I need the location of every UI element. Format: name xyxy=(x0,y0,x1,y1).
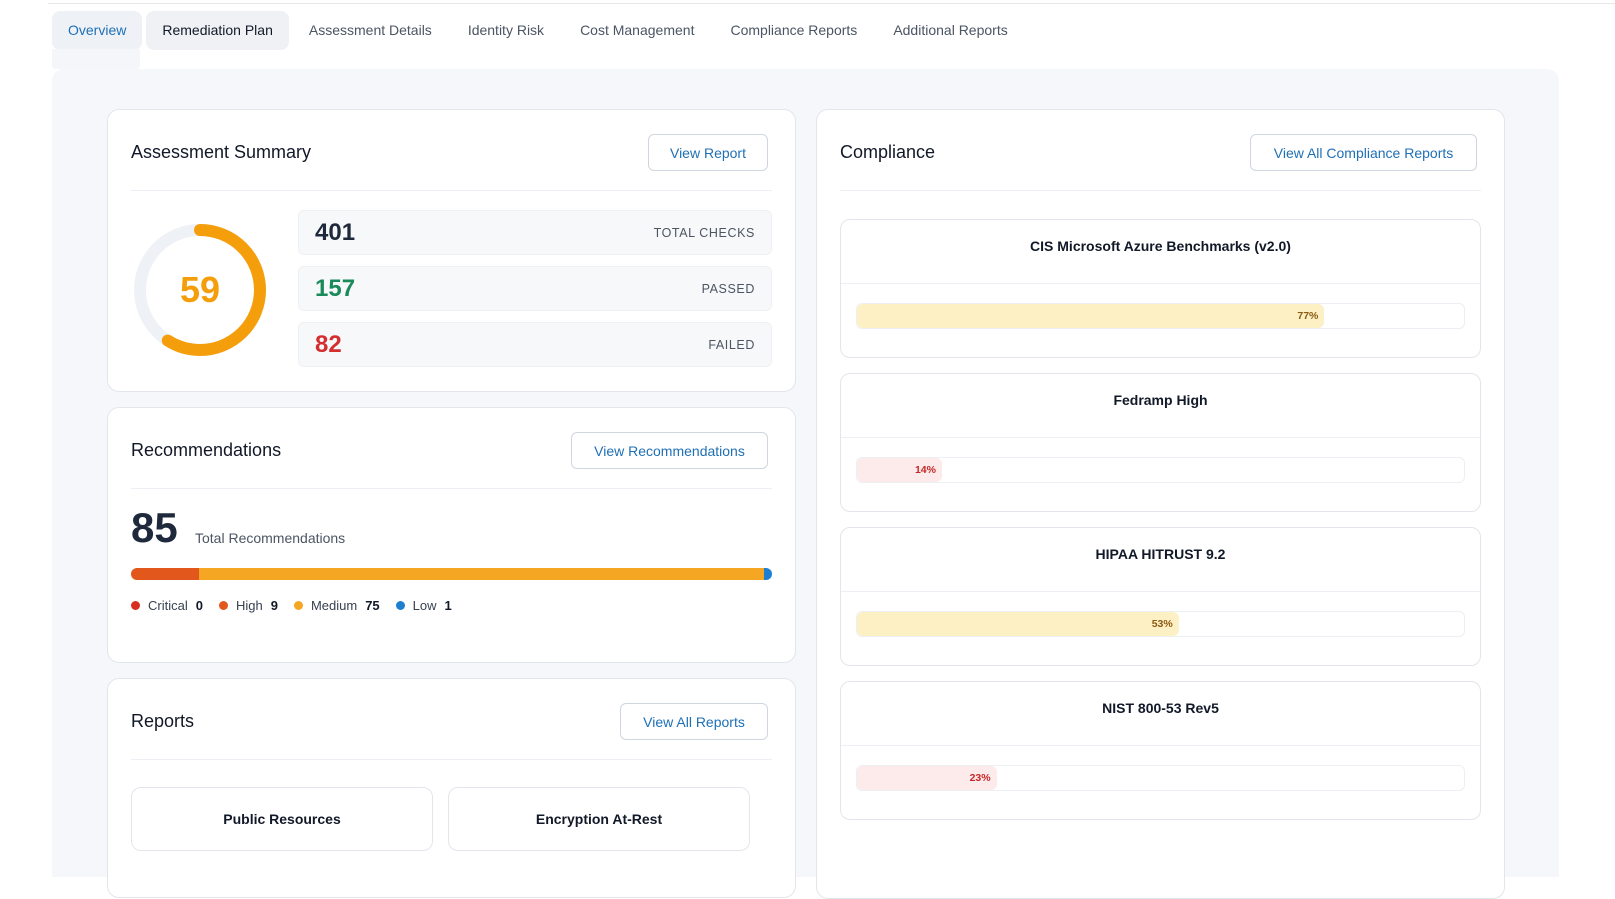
stat-label: PASSED xyxy=(701,281,755,296)
legend-medium: Medium 75 xyxy=(293,598,380,613)
view-report-button[interactable]: View Report xyxy=(648,134,768,171)
stat-label: TOTAL CHECKS xyxy=(653,225,755,240)
compliance-divider xyxy=(841,591,1480,592)
legend-count: 1 xyxy=(444,598,452,613)
report-public-resources[interactable]: Public Resources xyxy=(131,787,433,851)
tab-remediation-plan[interactable]: Remediation Plan xyxy=(146,10,289,50)
critical-dot-icon xyxy=(131,601,140,610)
compliance-card: Compliance View All Compliance Reports C… xyxy=(816,109,1505,899)
severity-segment-low xyxy=(764,568,772,580)
compliance-progress-fill: 14% xyxy=(857,458,942,482)
assessment-summary-card: Assessment Summary View Report 59 401 TO… xyxy=(107,109,796,392)
reports-card: Reports View All Reports Public Resource… xyxy=(107,678,796,898)
legend-label: High xyxy=(235,598,263,613)
recommendations-title: Recommendations xyxy=(131,440,282,460)
compliance-item-hipaa-hitrust[interactable]: HIPAA HITRUST 9.2 53% xyxy=(840,527,1481,666)
compliance-progress-track: 14% xyxy=(856,457,1465,483)
compliance-item-cis-azure[interactable]: CIS Microsoft Azure Benchmarks (v2.0) 77… xyxy=(840,219,1481,358)
legend-count: 75 xyxy=(365,598,380,613)
view-all-compliance-reports-button[interactable]: View All Compliance Reports xyxy=(1250,134,1477,171)
compliance-progress-track: 23% xyxy=(856,765,1465,791)
compliance-progress-fill: 77% xyxy=(857,304,1325,328)
tab-identity-risk[interactable]: Identity Risk xyxy=(452,11,560,50)
recommendations-total: 85 xyxy=(131,504,178,551)
compliance-progress-track: 53% xyxy=(856,611,1465,637)
severity-legend: Critical 0 High 9 Medium 75 Low 1 xyxy=(131,598,468,613)
compliance-name: CIS Microsoft Azure Benchmarks (v2.0) xyxy=(1030,238,1291,254)
assessment-summary-title: Assessment Summary xyxy=(131,142,312,162)
legend-low: Low 1 xyxy=(395,598,452,613)
tab-overview[interactable]: Overview xyxy=(52,10,143,50)
compliance-item-nist-800-53[interactable]: NIST 800-53 Rev5 23% xyxy=(840,681,1481,820)
stat-value: 401 xyxy=(315,218,356,246)
compliance-item-fedramp-high[interactable]: Fedramp High 14% xyxy=(840,373,1481,512)
stat-total-checks: 401 TOTAL CHECKS xyxy=(298,210,772,255)
legend-label: Low xyxy=(412,598,437,613)
tab-additional-reports[interactable]: Additional Reports xyxy=(877,11,1023,50)
score-value: 59 xyxy=(179,269,221,310)
card-divider xyxy=(131,190,772,191)
compliance-progress-track: 77% xyxy=(856,303,1465,329)
tab-assessment-details[interactable]: Assessment Details xyxy=(293,11,448,50)
compliance-name: NIST 800-53 Rev5 xyxy=(1102,700,1219,716)
compliance-progress-fill: 53% xyxy=(857,612,1179,636)
tab-compliance-reports[interactable]: Compliance Reports xyxy=(714,11,873,50)
severity-distribution-bar xyxy=(131,568,772,580)
legend-count: 0 xyxy=(195,598,203,613)
compliance-title: Compliance xyxy=(840,142,936,162)
card-divider xyxy=(131,759,772,760)
high-dot-icon xyxy=(218,601,228,610)
tab-cost-management[interactable]: Cost Management xyxy=(564,11,710,50)
active-tab-connector xyxy=(52,49,140,69)
stat-failed: 82 FAILED xyxy=(298,322,772,367)
severity-segment-high xyxy=(131,568,199,580)
compliance-name: Fedramp High xyxy=(1113,392,1208,408)
compliance-divider xyxy=(841,283,1480,284)
card-divider xyxy=(840,190,1481,191)
legend-label: Medium xyxy=(310,598,358,613)
compliance-divider xyxy=(841,437,1480,438)
stat-label: FAILED xyxy=(708,337,755,352)
compliance-progress-fill: 23% xyxy=(857,766,997,790)
low-dot-icon xyxy=(395,601,405,610)
stat-value: 157 xyxy=(315,274,356,302)
stat-value: 82 xyxy=(315,330,342,358)
top-divider xyxy=(48,3,1615,4)
tab-bar: Overview Remediation Plan Assessment Det… xyxy=(52,10,1024,50)
recommendations-card: Recommendations View Recommendations 85 … xyxy=(107,407,796,663)
reports-title: Reports xyxy=(131,711,195,731)
overview-panel: Assessment Summary View Report 59 401 TO… xyxy=(52,69,1559,899)
compliance-divider xyxy=(841,745,1480,746)
recommendations-total-label: Total Recommendations xyxy=(195,530,346,546)
legend-critical: Critical 0 xyxy=(131,598,203,613)
legend-high: High 9 xyxy=(218,598,278,613)
legend-count: 9 xyxy=(270,598,278,613)
report-encryption-at-rest[interactable]: Encryption At-Rest xyxy=(448,787,750,851)
view-recommendations-button[interactable]: View Recommendations xyxy=(571,432,768,469)
severity-segment-medium xyxy=(198,568,765,580)
card-divider xyxy=(131,488,772,489)
view-all-reports-button[interactable]: View All Reports xyxy=(620,703,768,740)
medium-dot-icon xyxy=(293,601,303,610)
stat-passed: 157 PASSED xyxy=(298,266,772,311)
legend-label: Critical xyxy=(148,598,188,613)
compliance-name: HIPAA HITRUST 9.2 xyxy=(1095,546,1226,562)
